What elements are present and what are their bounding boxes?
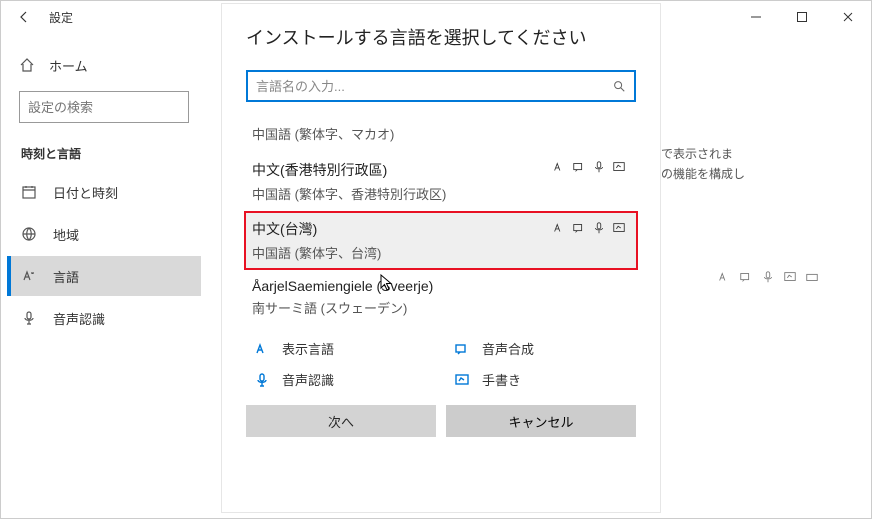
dialog-title: インストールする言語を選択してください bbox=[246, 24, 636, 50]
close-button[interactable] bbox=[825, 1, 871, 33]
language-local-name: 中国語 (繁体字、台湾) bbox=[252, 243, 630, 262]
microphone-icon bbox=[761, 270, 775, 284]
maximize-button[interactable] bbox=[779, 1, 825, 33]
sidebar-item-datetime[interactable]: 日付と時刻 bbox=[7, 172, 201, 212]
arrow-left-icon bbox=[16, 9, 32, 25]
calendar-icon bbox=[21, 184, 37, 200]
tts-icon bbox=[572, 221, 586, 235]
back-button[interactable] bbox=[1, 1, 47, 33]
sidebar-item-speech[interactable]: 音声認識 bbox=[7, 298, 201, 338]
language-icon bbox=[254, 341, 270, 357]
sidebar-home-label: ホーム bbox=[49, 56, 88, 75]
language-local-name: 中国語 (繁体字、マカオ) bbox=[252, 124, 630, 143]
language-icon bbox=[552, 160, 566, 174]
language-install-dialog: インストールする言語を選択してください 中国語 (繁体字、マカオ) 中文(香港特… bbox=[221, 3, 661, 513]
handwriting-icon bbox=[783, 270, 797, 284]
sidebar: ホーム 時刻と言語 日付と時刻 地域 言語 音声認識 bbox=[1, 47, 201, 338]
language-item-macao[interactable]: 中国語 (繁体字、マカオ) bbox=[246, 116, 636, 151]
legend-handwriting: 手書き bbox=[454, 370, 636, 389]
legend-display: 表示言語 bbox=[254, 339, 436, 358]
handwriting-icon bbox=[454, 372, 470, 388]
window-title: 設定 bbox=[47, 9, 73, 26]
language-icon bbox=[21, 268, 37, 284]
handwriting-icon bbox=[612, 160, 626, 174]
background-feature-icons bbox=[717, 270, 819, 284]
legend-speech: 音声認識 bbox=[254, 370, 436, 389]
sidebar-item-label: 地域 bbox=[53, 225, 79, 244]
keyboard-icon bbox=[805, 270, 819, 284]
language-item-hongkong[interactable]: 中文(香港特別行政區) 中国語 (繁体字、香港特別行政区) bbox=[246, 151, 636, 211]
language-local-name: 南サーミ語 (スウェーデン) bbox=[252, 298, 630, 317]
globe-icon bbox=[21, 226, 37, 242]
language-search-input[interactable] bbox=[256, 79, 612, 94]
sidebar-item-region[interactable]: 地域 bbox=[7, 214, 201, 254]
settings-search[interactable] bbox=[19, 91, 189, 123]
language-feature-icons bbox=[552, 160, 626, 174]
language-local-name: 中国語 (繁体字、香港特別行政区) bbox=[252, 184, 630, 203]
home-icon bbox=[19, 57, 35, 73]
sidebar-item-label: 日付と時刻 bbox=[53, 183, 118, 202]
sidebar-item-language[interactable]: 言語 bbox=[7, 256, 201, 296]
language-list: 中国語 (繁体字、マカオ) 中文(香港特別行政區) 中国語 (繁体字、香港特別行… bbox=[246, 116, 636, 325]
language-native-name: ÅarjelSaemiengiele (Sveerje) bbox=[252, 278, 630, 294]
language-item-taiwan[interactable]: 中文(台灣) 中国語 (繁体字、台湾) bbox=[244, 211, 638, 270]
microphone-icon bbox=[254, 372, 270, 388]
sidebar-category: 時刻と言語 bbox=[7, 135, 201, 170]
dialog-buttons: 次へ キャンセル bbox=[246, 405, 636, 437]
microphone-icon bbox=[592, 221, 606, 235]
minimize-button[interactable] bbox=[733, 1, 779, 33]
feature-legend: 表示言語 音声合成 音声認識 手書き bbox=[246, 339, 636, 389]
handwriting-icon bbox=[612, 221, 626, 235]
language-feature-icons bbox=[552, 221, 626, 235]
tts-icon bbox=[454, 341, 470, 357]
sidebar-item-label: 音声認識 bbox=[53, 309, 105, 328]
tts-icon bbox=[739, 270, 753, 284]
language-icon bbox=[717, 270, 731, 284]
legend-tts: 音声合成 bbox=[454, 339, 636, 358]
next-button[interactable]: 次へ bbox=[246, 405, 436, 437]
language-item-south-sami[interactable]: ÅarjelSaemiengiele (Sveerje) 南サーミ語 (スウェー… bbox=[246, 270, 636, 325]
language-icon bbox=[552, 221, 566, 235]
cancel-button[interactable]: キャンセル bbox=[446, 405, 636, 437]
language-search[interactable] bbox=[246, 70, 636, 102]
microphone-icon bbox=[21, 310, 37, 326]
tts-icon bbox=[572, 160, 586, 174]
search-icon bbox=[612, 79, 626, 93]
settings-search-input[interactable] bbox=[28, 100, 204, 115]
sidebar-home[interactable]: ホーム bbox=[7, 47, 201, 83]
sidebar-item-label: 言語 bbox=[53, 267, 79, 286]
microphone-icon bbox=[592, 160, 606, 174]
